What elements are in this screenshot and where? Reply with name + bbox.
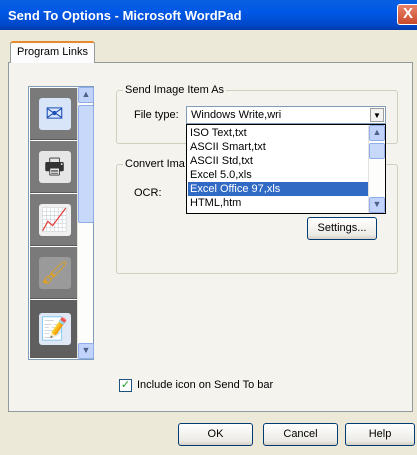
dropdown-scrollbar[interactable]: ▲ ▼ bbox=[368, 125, 385, 213]
chevron-down-icon: ▼ bbox=[372, 199, 382, 209]
tab-label: Program Links bbox=[17, 46, 88, 58]
program-icon-list[interactable]: ✉ 🖶 📈 🖌 📝 ▲ ▼ bbox=[28, 86, 94, 360]
include-icon-checkbox[interactable]: ✓ bbox=[119, 379, 132, 392]
chevron-down-icon: ▼ bbox=[373, 111, 381, 120]
scroll-thumb[interactable] bbox=[369, 143, 385, 159]
list-item[interactable]: ✉ bbox=[30, 88, 79, 140]
list-item[interactable]: 📝 bbox=[30, 300, 79, 358]
chevron-up-icon: ▲ bbox=[372, 127, 382, 137]
ok-label: OK bbox=[207, 428, 224, 440]
chevron-up-icon: ▲ bbox=[81, 89, 91, 99]
convert-legend: Convert Ima bbox=[125, 158, 185, 170]
scroll-thumb[interactable] bbox=[78, 105, 94, 223]
include-icon-label: Include icon on Send To bar bbox=[137, 379, 274, 391]
list-item[interactable]: ASCII Std,txt bbox=[188, 154, 369, 168]
file-type-dropdown[interactable]: ISO Text,txt ASCII Smart,txt ASCII Std,t… bbox=[186, 124, 386, 214]
help-label: Help bbox=[368, 428, 392, 440]
file-type-value: Windows Write,wri bbox=[191, 109, 282, 121]
ok-button[interactable]: OK bbox=[178, 423, 253, 446]
file-type-label: File type: bbox=[134, 109, 179, 121]
list-item[interactable]: ASCII Smart,txt bbox=[188, 140, 369, 154]
icon-list-scrollbar[interactable]: ▲ ▼ bbox=[77, 87, 94, 359]
send-image-legend: Send Image Item As bbox=[125, 84, 225, 96]
dropdown-button[interactable]: ▼ bbox=[370, 108, 384, 122]
list-item[interactable]: HTML,htm bbox=[188, 196, 369, 210]
list-item[interactable]: 🖶 bbox=[30, 141, 79, 193]
list-item[interactable]: Excel 5.0,xls bbox=[188, 168, 369, 182]
scroll-down-button[interactable]: ▼ bbox=[78, 343, 94, 359]
list-item[interactable]: ISO Text,txt bbox=[188, 126, 369, 140]
cancel-button[interactable]: Cancel bbox=[263, 423, 338, 446]
printer-send-icon: 🖶 bbox=[38, 150, 71, 183]
chart-fax-icon: 📈 bbox=[38, 203, 71, 236]
close-button[interactable]: X bbox=[397, 4, 417, 25]
settings-label: Settings... bbox=[317, 222, 367, 234]
tab-program-links[interactable]: Program Links bbox=[10, 41, 95, 63]
scroll-down-button[interactable]: ▼ bbox=[369, 197, 385, 213]
checkmark-icon: ✓ bbox=[120, 379, 131, 391]
close-icon: X bbox=[403, 5, 414, 22]
settings-button[interactable]: Settings... bbox=[307, 217, 377, 240]
cancel-label: Cancel bbox=[283, 428, 318, 440]
scroll-up-button[interactable]: ▲ bbox=[369, 125, 385, 141]
list-item-selected[interactable]: Excel Office 97,xls bbox=[188, 182, 369, 196]
file-type-select[interactable]: Windows Write,wri ▼ bbox=[186, 106, 386, 124]
send-email-icon: ✉ bbox=[38, 97, 71, 130]
title-bar: Send To Options - Microsoft WordPad X bbox=[0, 0, 417, 30]
list-item[interactable]: 📈 bbox=[30, 194, 79, 246]
notepad-pencil-icon: 📝 bbox=[38, 312, 71, 345]
ocr-label: OCR: bbox=[134, 187, 162, 199]
paint-brushes-icon: 🖌 bbox=[38, 256, 71, 289]
window-title: Send To Options - Microsoft WordPad bbox=[8, 7, 242, 23]
scroll-up-button[interactable]: ▲ bbox=[78, 87, 94, 103]
chevron-down-icon: ▼ bbox=[81, 345, 91, 355]
list-item[interactable]: 🖌 bbox=[30, 247, 79, 299]
help-button[interactable]: Help bbox=[345, 423, 415, 446]
